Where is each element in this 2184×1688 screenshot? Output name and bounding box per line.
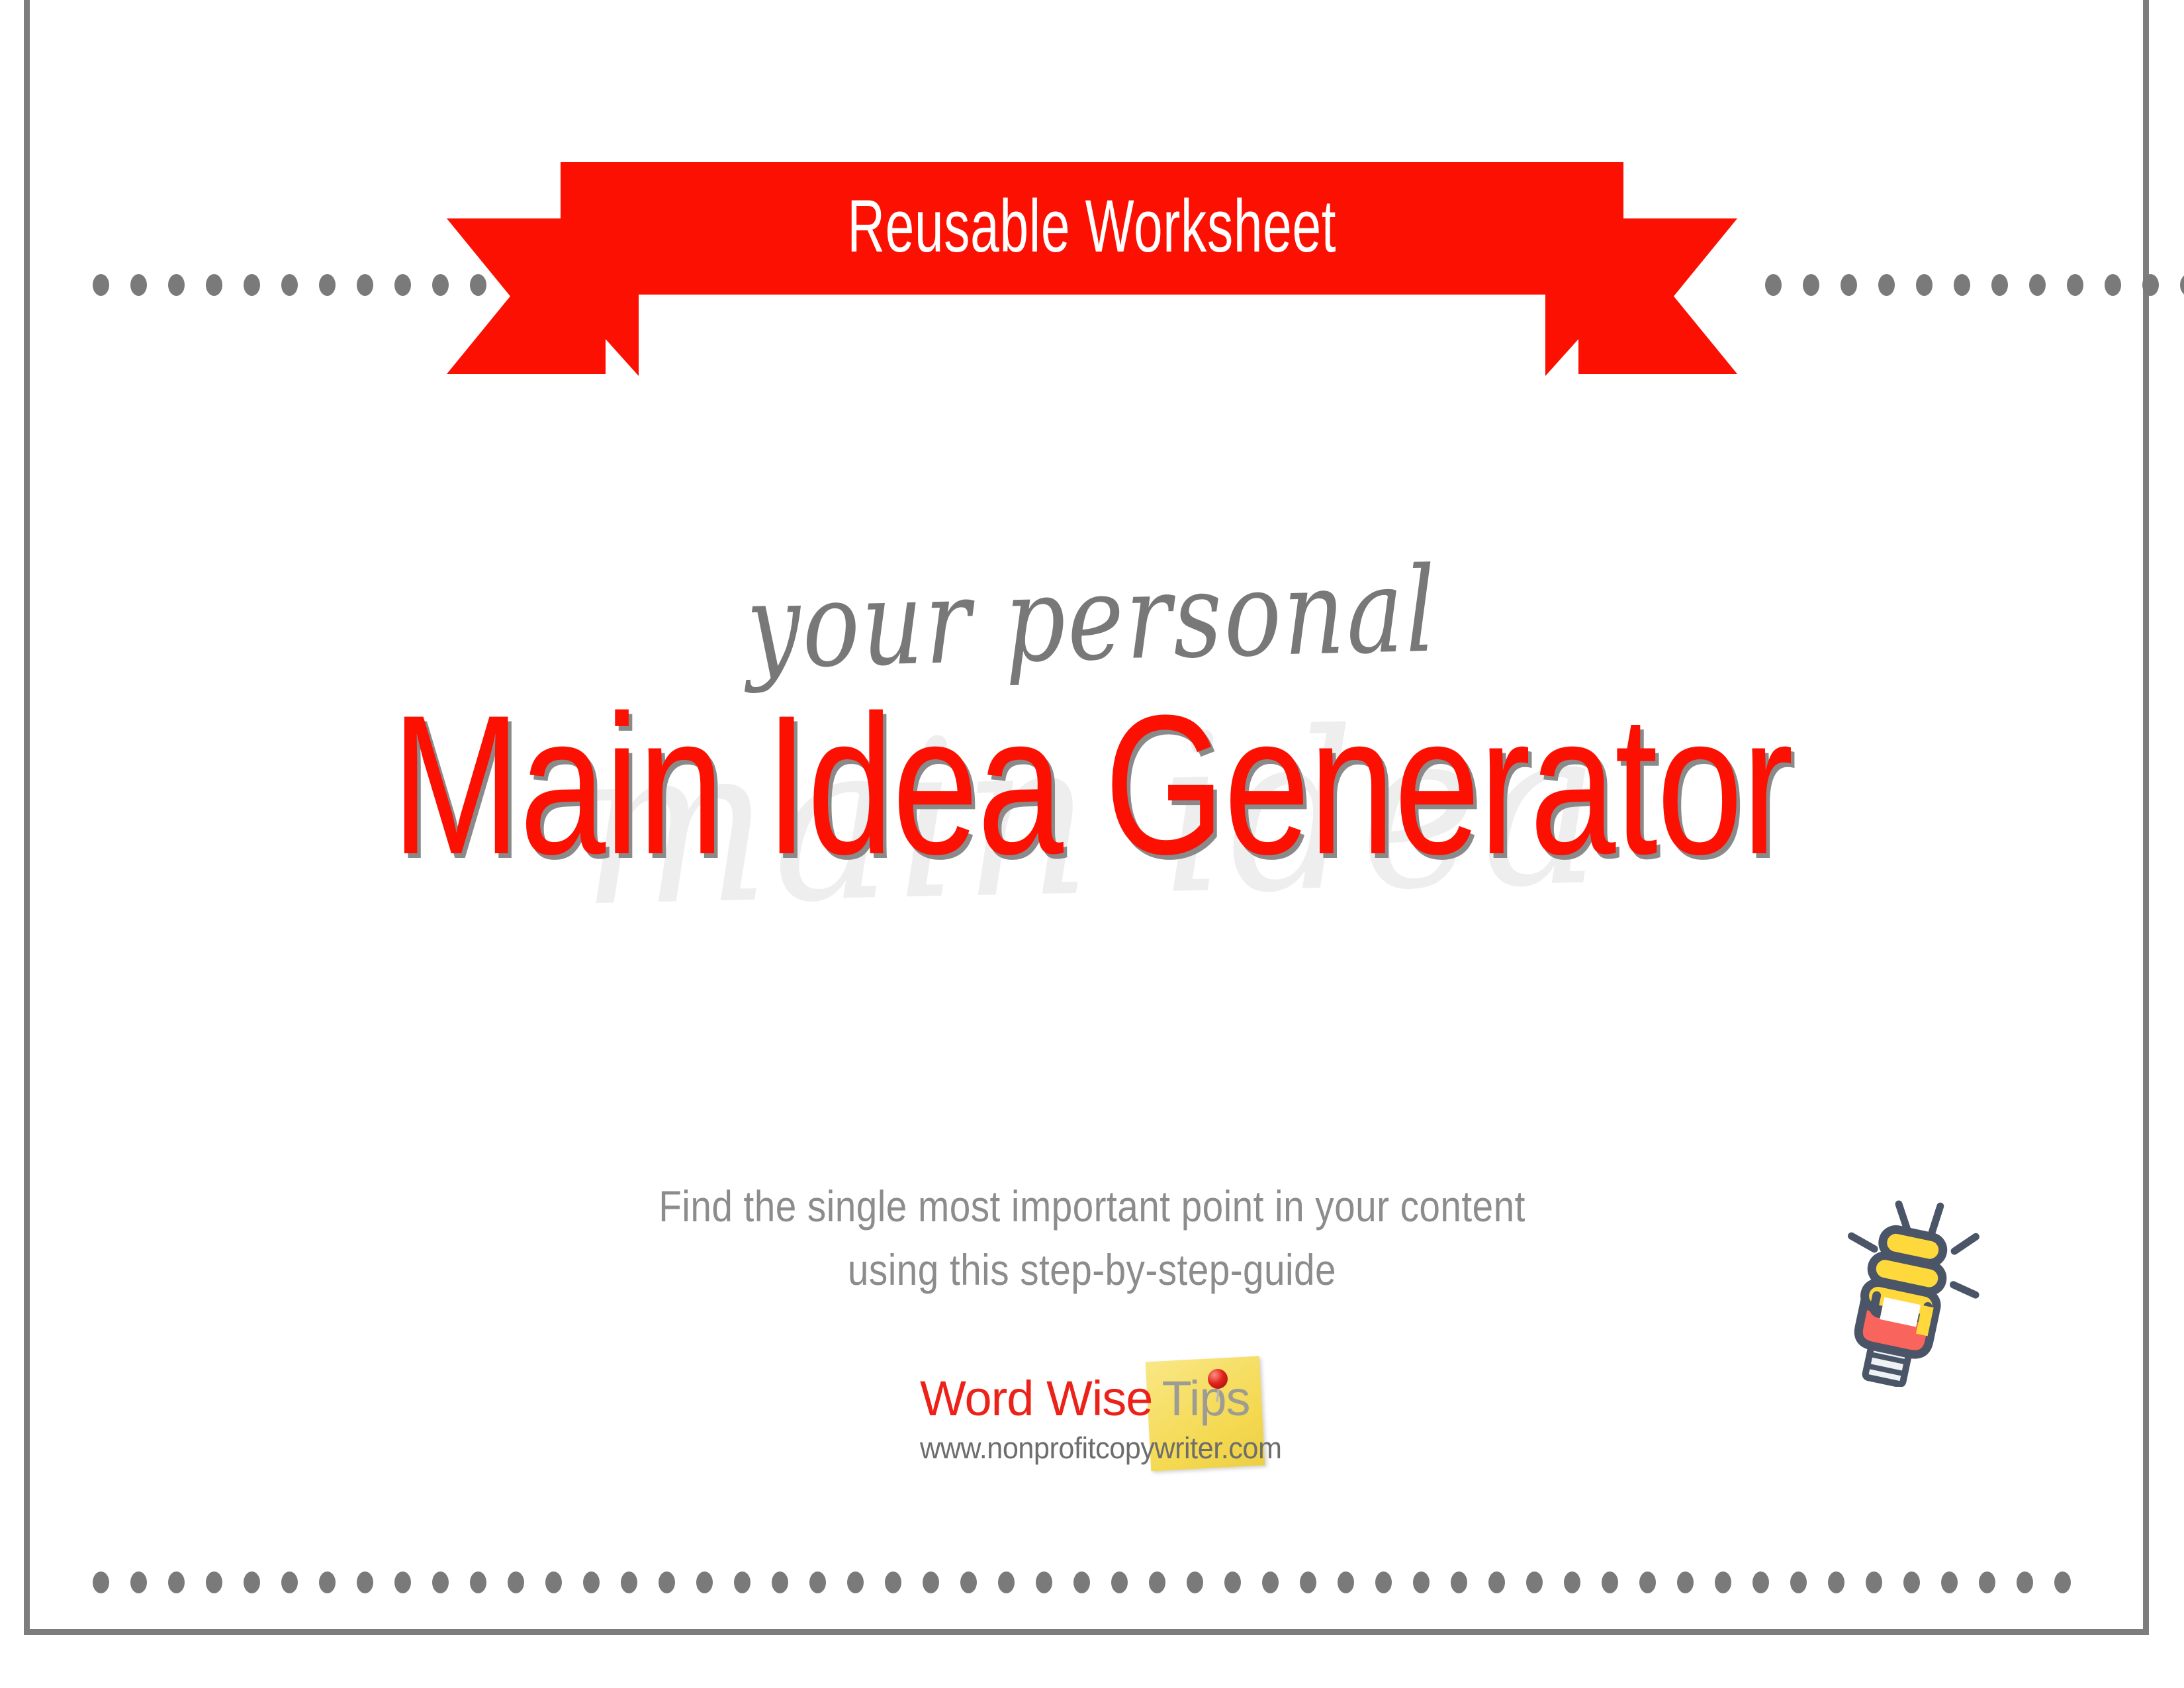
page-title: Main Idea Generator <box>391 673 1794 896</box>
decorative-dot <box>93 273 109 296</box>
decorative-dot <box>1677 1571 1694 1593</box>
decorative-dot <box>1979 1571 1995 1593</box>
decorative-dot <box>394 273 411 296</box>
decorative-dot <box>130 1571 147 1593</box>
decorative-dot <box>1451 1571 1467 1593</box>
decorative-dot <box>281 1571 298 1593</box>
decorative-dot <box>319 273 336 296</box>
decorative-dot <box>357 273 373 296</box>
decorative-dot <box>1338 1571 1354 1593</box>
decorative-dot <box>1639 1571 1656 1593</box>
decorative-dot <box>1149 1571 1165 1593</box>
decorative-dot <box>809 1571 826 1593</box>
decorative-dot <box>998 1571 1015 1593</box>
decorative-dot <box>885 1571 901 1593</box>
decorative-dot <box>1828 1571 1844 1593</box>
decorative-dot <box>1941 1571 1958 1593</box>
decorative-dot <box>206 1571 222 1593</box>
decorative-dot <box>1903 1571 1920 1593</box>
decorative-dot <box>93 1571 109 1593</box>
decorative-dot <box>1300 1571 1316 1593</box>
decorative-dot <box>1765 273 1782 296</box>
decorative-dot <box>1790 1571 1807 1593</box>
banner-label: Reusable Worksheet <box>847 185 1337 267</box>
subtitle: Find the single most important point in … <box>153 1175 2031 1301</box>
decorative-dot <box>1916 273 1933 296</box>
ribbon-banner: Reusable Worksheet <box>447 162 1737 376</box>
decorative-dot <box>621 1571 637 1593</box>
subtitle-line-1: Find the single most important point in … <box>659 1182 1525 1231</box>
word-wise-tips-logo: Word Wise Tips www.nonprofitcopywriter.co… <box>920 1356 1282 1479</box>
decorative-dot <box>1375 1571 1392 1593</box>
decorative-dot <box>1526 1571 1543 1593</box>
decorative-dot <box>583 1571 600 1593</box>
decorative-dot <box>1036 1571 1052 1593</box>
decorative-dot <box>244 273 260 296</box>
decorative-dot <box>1878 273 1895 296</box>
decorative-dot <box>1262 1571 1279 1593</box>
decorative-dot <box>1111 1571 1128 1593</box>
logo-url-text: www.nonprofitcopywriter.com <box>920 1431 1282 1465</box>
dot-row-top-right <box>1765 271 2184 298</box>
decorative-dot <box>1564 1571 1580 1593</box>
decorative-dot <box>545 1571 562 1593</box>
decorative-dot <box>1954 273 1970 296</box>
decorative-dot <box>1073 1571 1090 1593</box>
decorative-dot <box>847 1571 864 1593</box>
decorative-dot <box>960 1571 977 1593</box>
decorative-dot <box>1752 1571 1769 1593</box>
decorative-dot <box>2029 273 2046 296</box>
title-block: main idea your personal Main Idea Genera… <box>0 543 2184 1066</box>
logo-tips-text: Tips <box>1161 1371 1250 1426</box>
dot-row-bottom <box>93 1569 2071 1595</box>
decorative-dot <box>2180 273 2184 296</box>
decorative-dot <box>1413 1571 1430 1593</box>
decorative-dot <box>244 1571 260 1593</box>
decorative-dot <box>1803 273 1819 296</box>
subtitle-line-2: using this step-by-step-guide <box>847 1244 1337 1294</box>
decorative-dot <box>206 273 222 296</box>
decorative-dot <box>319 1571 336 1593</box>
decorative-dot <box>1991 273 2008 296</box>
decorative-dot <box>2017 1571 2033 1593</box>
decorative-dot <box>508 1571 524 1593</box>
pushpin-icon <box>1208 1369 1230 1403</box>
decorative-dot <box>281 273 298 296</box>
decorative-dot <box>1866 1571 1882 1593</box>
decorative-dot <box>470 1571 486 1593</box>
pushpin-head <box>1208 1369 1228 1389</box>
decorative-dot <box>2067 273 2083 296</box>
decorative-dot <box>168 273 185 296</box>
decorative-dot <box>659 1571 675 1593</box>
decorative-dot <box>394 1571 411 1593</box>
decorative-dot <box>2105 273 2121 296</box>
decorative-dot <box>1187 1571 1203 1593</box>
decorative-dot <box>923 1571 939 1593</box>
decorative-dot <box>168 1571 185 1593</box>
worksheet-cover-page: Reusable Worksheet main idea your person… <box>0 0 2184 1688</box>
decorative-dot <box>696 1571 713 1593</box>
ribbon-plate: Reusable Worksheet <box>561 162 1623 295</box>
logo-word-wise-text: Word Wise <box>920 1371 1153 1426</box>
lightbulb-cfl-icon <box>1810 1168 1992 1387</box>
decorative-dot <box>130 273 147 296</box>
decorative-dot <box>1841 273 1857 296</box>
decorative-dot <box>1602 1571 1618 1593</box>
decorative-dot <box>2142 273 2159 296</box>
decorative-dot <box>357 1571 373 1593</box>
decorative-dot <box>734 1571 751 1593</box>
decorative-dot <box>432 1571 449 1593</box>
decorative-dot <box>1715 1571 1731 1593</box>
decorative-dot <box>2054 1571 2071 1593</box>
decorative-dot <box>772 1571 788 1593</box>
decorative-dot <box>1488 1571 1505 1593</box>
title-eyebrow: your personal <box>745 542 1439 696</box>
decorative-dot <box>1224 1571 1241 1593</box>
